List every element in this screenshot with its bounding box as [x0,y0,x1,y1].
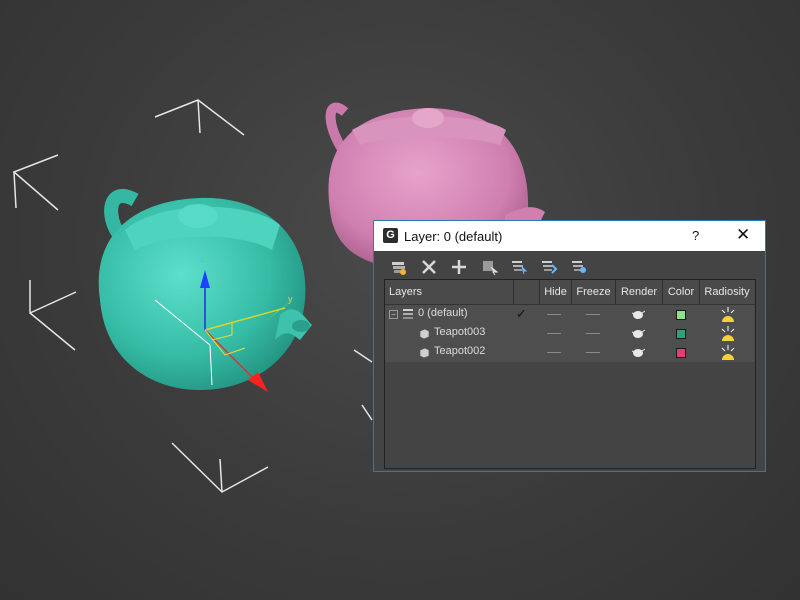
object-color-swatch[interactable] [676,329,686,339]
radiosity-sun-icon[interactable] [719,305,737,324]
layer-stack-icon [402,308,414,323]
column-header-freeze[interactable]: Freeze [571,280,615,304]
column-header-layers[interactable]: Layers [389,280,513,304]
help-button[interactable]: ? [692,228,699,243]
render-teapot-icon[interactable] [631,346,646,365]
app-logo-icon: G [383,228,398,243]
column-header-hide[interactable]: Hide [539,280,571,304]
collapse-toggle[interactable]: − [389,310,398,319]
layer-row-teapot002[interactable]: Teapot002 [385,343,755,362]
object-name[interactable]: Teapot003 [434,326,485,338]
hide-toggle[interactable] [547,333,561,334]
column-header-color[interactable]: Color [662,280,699,304]
column-header-render[interactable]: Render [615,280,662,304]
select-objects-icon[interactable] [480,258,498,276]
layer-color-swatch[interactable] [676,310,686,320]
layer-row-default[interactable]: − 0 (default) ✓ [385,305,755,324]
dialog-title: Layer: 0 (default) [404,229,503,244]
active-layer-checkmark[interactable]: ✓ [516,306,527,322]
freeze-all-layers-icon[interactable] [570,258,588,276]
layer-dialog: G Layer: 0 (default) ? ✕ Layers Hide Fre… [373,220,766,472]
gizmo-z-label: z [200,254,205,264]
grid-header: Layers Hide Freeze Render Color Radiosit… [385,280,755,305]
object-name[interactable]: Teapot002 [434,345,485,357]
layer-row-teapot003[interactable]: Teapot003 [385,324,755,343]
gizmo-y-label: y [288,294,293,304]
create-layer-icon[interactable] [390,258,408,276]
object-box-icon [419,328,430,342]
object-color-swatch[interactable] [676,348,686,358]
add-icon[interactable] [450,258,468,276]
radiosity-sun-icon[interactable] [719,324,737,343]
layer-grid: Layers Hide Freeze Render Color Radiosit… [384,279,756,469]
delete-icon[interactable] [420,258,438,276]
column-header-active[interactable] [513,280,539,304]
object-box-icon [419,347,430,361]
highlight-layer-icon[interactable] [510,258,528,276]
column-header-radiosity[interactable]: Radiosity [699,280,754,304]
close-button[interactable]: ✕ [736,225,750,245]
freeze-toggle[interactable] [586,333,600,334]
freeze-toggle[interactable] [586,352,600,353]
layer-name[interactable]: 0 (default) [418,307,468,319]
hide-all-layers-icon[interactable] [540,258,558,276]
radiosity-sun-icon[interactable] [719,343,737,362]
dialog-titlebar[interactable]: G Layer: 0 (default) ? ✕ [374,221,765,251]
freeze-toggle[interactable] [586,314,600,315]
layer-toolbar [374,251,765,281]
hide-toggle[interactable] [547,352,561,353]
hide-toggle[interactable] [547,314,561,315]
